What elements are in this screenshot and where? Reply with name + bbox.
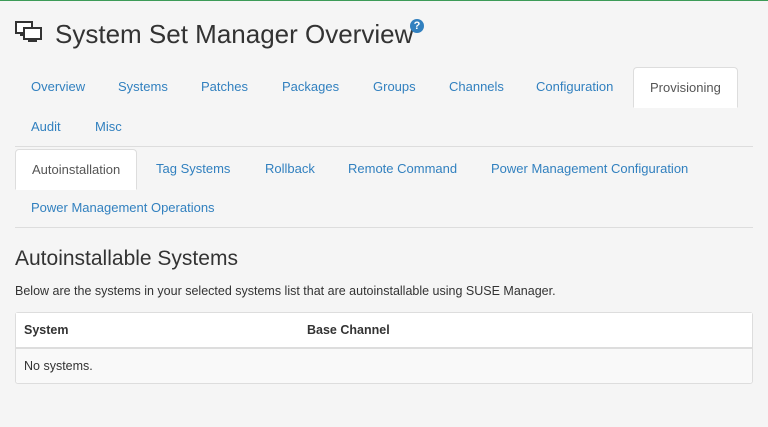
page-title: System Set Manager Overview [55,19,414,49]
empty-message: No systems. [24,359,93,373]
subtab-rollback[interactable]: Rollback [249,149,331,189]
tab-overview[interactable]: Overview [15,67,101,107]
subtab-autoinstallation[interactable]: Autoinstallation [15,149,138,190]
column-header-system[interactable]: System [24,313,68,347]
section-title: Autoinstallable Systems [15,247,238,270]
column-header-base-channel[interactable]: Base Channel [307,313,390,347]
tab-patches[interactable]: Patches [185,67,264,107]
system-group-icon [15,21,42,42]
tab-groups[interactable]: Groups [357,67,432,107]
tab-audit[interactable]: Audit [15,107,77,147]
tab-configuration[interactable]: Configuration [520,67,629,107]
subtab-power-management-operations[interactable]: Power Management Operations [15,188,231,228]
tab-systems[interactable]: Systems [102,67,184,107]
page-header: System Set Manager Overview ? [15,15,753,55]
sub-tabs: Autoinstallation Tag Systems Rollback Re… [15,148,753,228]
subtab-tag-systems[interactable]: Tag Systems [140,149,246,189]
table-header: System Base Channel [16,313,752,349]
subtab-power-management-configuration[interactable]: Power Management Configuration [475,149,704,189]
table-row: No systems. [16,349,752,383]
tab-packages[interactable]: Packages [266,67,355,107]
systems-table: System Base Channel No systems. [15,312,753,384]
section-description: Below are the systems in your selected s… [15,284,556,298]
tab-misc[interactable]: Misc [79,107,138,147]
tab-channels[interactable]: Channels [433,67,520,107]
help-icon[interactable]: ? [410,19,424,33]
main-tabs: Overview Systems Patches Packages Groups… [15,67,753,147]
tab-provisioning[interactable]: Provisioning [633,67,738,108]
subtab-remote-command[interactable]: Remote Command [332,149,473,189]
